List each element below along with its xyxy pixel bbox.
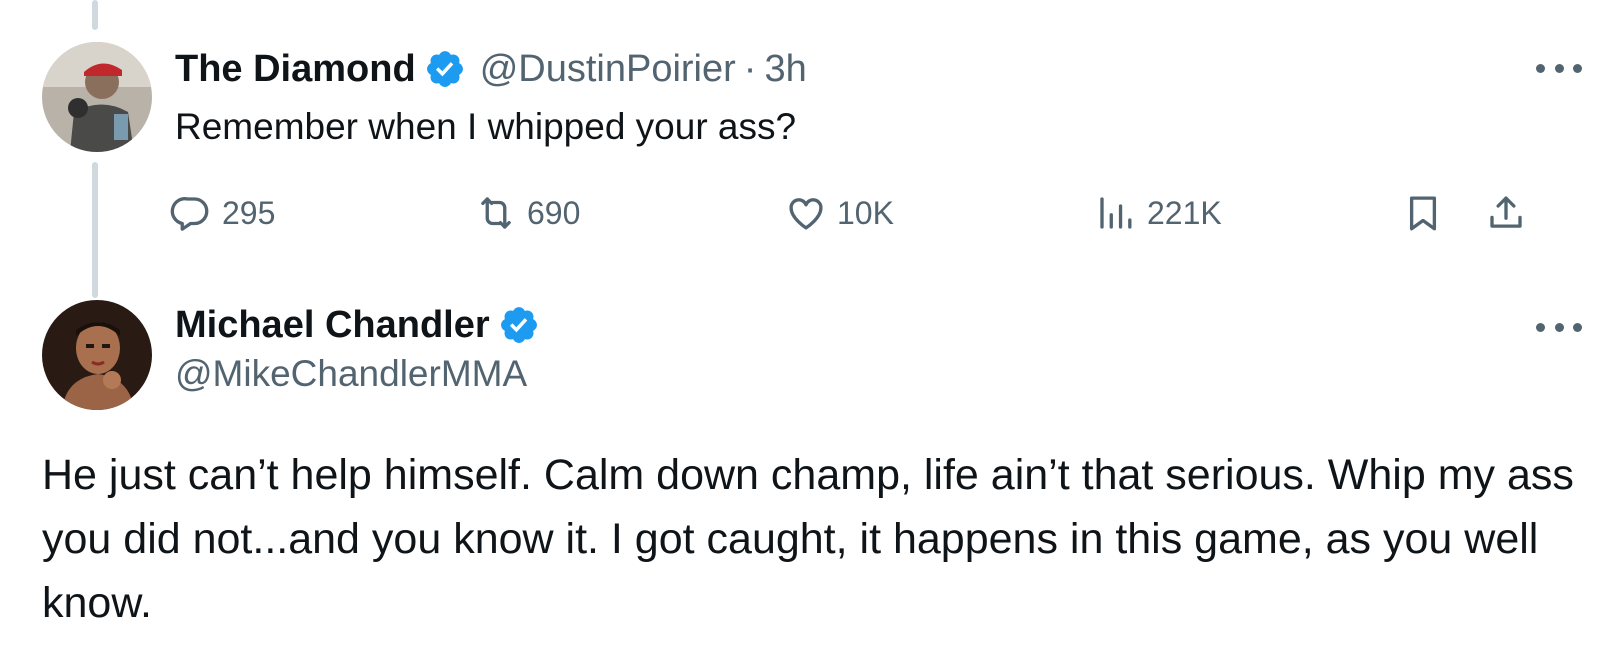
tweet-header: Michael Chandler	[175, 300, 540, 350]
avatar[interactable]	[42, 42, 152, 152]
user-handle[interactable]: @MikeChandlerMMA	[175, 353, 527, 395]
reply-count: 295	[222, 194, 276, 231]
separator: ·	[743, 47, 757, 90]
reply-icon	[170, 192, 212, 234]
timestamp[interactable]: 3h	[764, 48, 806, 91]
verified-badge-icon	[424, 48, 466, 90]
reply-button[interactable]: 295	[170, 188, 275, 238]
user-handle[interactable]: @DustinPoirier	[480, 48, 736, 91]
share-icon	[1485, 192, 1527, 234]
views-count: 221K	[1147, 194, 1222, 231]
tweet-text: Remember when I whipped your ass?	[175, 106, 797, 147]
display-name[interactable]: Michael Chandler	[175, 304, 490, 347]
views-icon	[1095, 192, 1137, 234]
tweet-header: The Diamond @DustinPoirier · 3h	[175, 44, 807, 94]
avatar[interactable]	[42, 300, 152, 410]
tweet-text: He just can’t help himself. Calm down ch…	[42, 451, 1574, 627]
repost-icon	[475, 192, 517, 234]
like-button[interactable]: 10K	[785, 188, 894, 238]
repost-button[interactable]: 690	[475, 188, 580, 238]
verified-badge-icon	[498, 304, 540, 346]
bookmark-icon	[1402, 192, 1444, 234]
heart-icon	[785, 192, 827, 234]
like-count: 10K	[837, 194, 894, 231]
display-name[interactable]: The Diamond	[175, 48, 416, 91]
more-icon[interactable]	[1536, 317, 1582, 337]
views-button[interactable]: 221K	[1095, 188, 1222, 238]
repost-count: 690	[527, 194, 581, 231]
tweet-michael-chandler[interactable]: Michael Chandler @MikeChandlerMMA He jus…	[0, 295, 1624, 666]
tweet-dustin-poirier[interactable]: The Diamond @DustinPoirier · 3h Remember…	[0, 0, 1624, 300]
share-button[interactable]	[1485, 188, 1527, 238]
more-icon[interactable]	[1536, 58, 1582, 78]
tweet-actions: 295 690 10K 221K	[170, 188, 1590, 238]
bookmark-button[interactable]	[1402, 188, 1444, 238]
